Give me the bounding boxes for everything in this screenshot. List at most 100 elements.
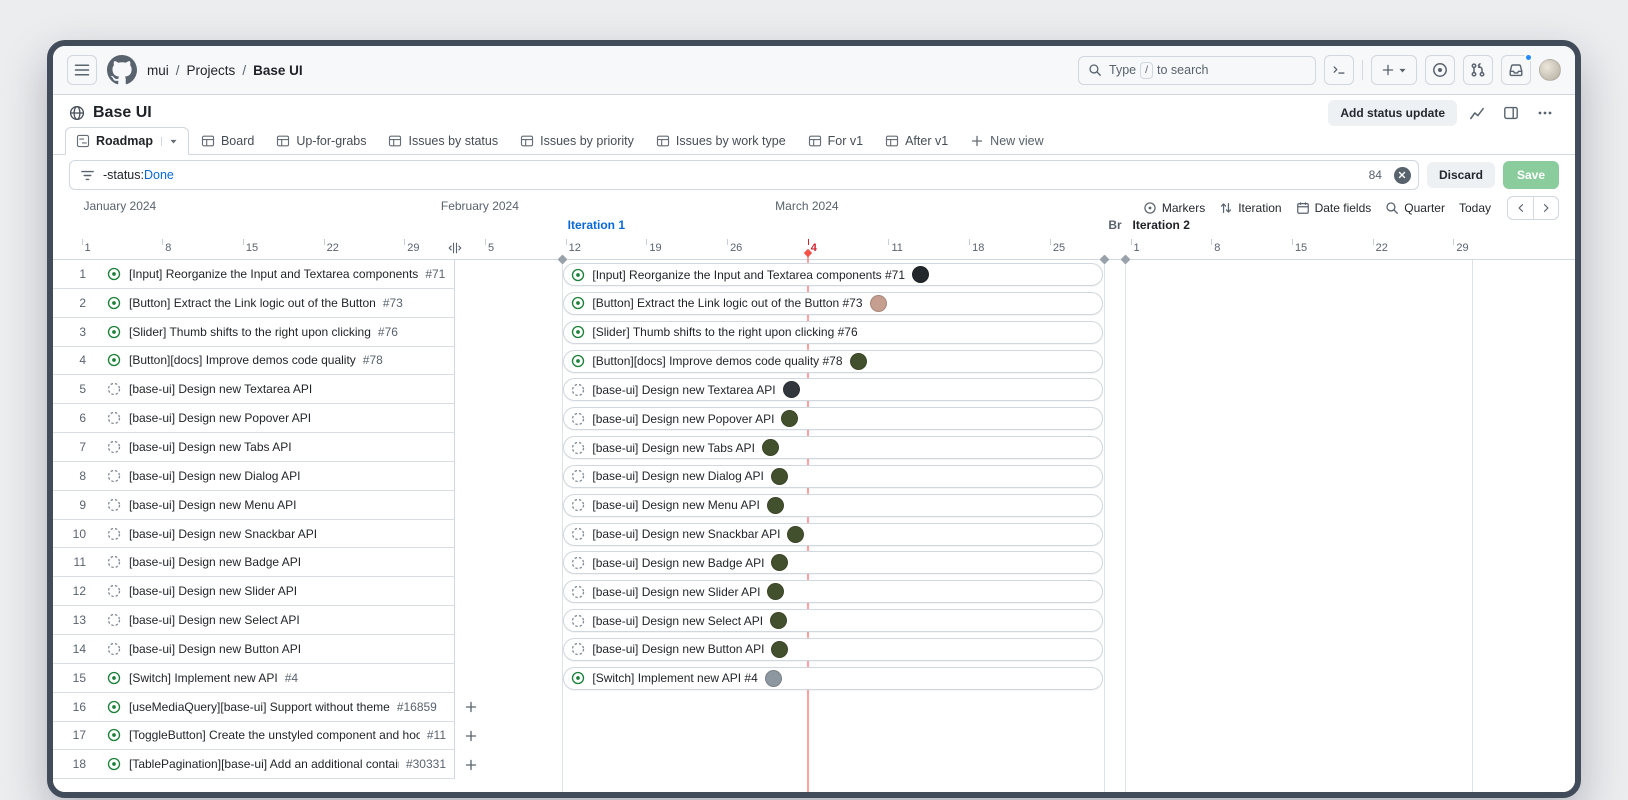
tab-issues-by-priority[interactable]: Issues by priority bbox=[510, 128, 644, 154]
column-resize-handle[interactable] bbox=[448, 241, 462, 260]
add-status-update-button[interactable]: Add status update bbox=[1328, 100, 1457, 126]
timeline-bar[interactable]: [base-ui] Design new Popover API bbox=[563, 407, 1103, 430]
roadmap-view: January 2024February 2024March 2024April… bbox=[53, 195, 1575, 792]
timeline-bar[interactable]: [Button] Extract the Link logic out of t… bbox=[563, 292, 1103, 315]
row-item[interactable]: 9[base-ui] Design new Menu API bbox=[53, 491, 455, 520]
tab-issues-by-status[interactable]: Issues by status bbox=[378, 128, 508, 154]
add-date-button[interactable] bbox=[459, 725, 483, 748]
create-new-button[interactable] bbox=[1371, 55, 1417, 85]
timeline-bar[interactable]: [base-ui] Design new Tabs API bbox=[563, 436, 1103, 459]
pull-requests-button[interactable] bbox=[1463, 55, 1493, 85]
date-label: 29 bbox=[1456, 242, 1468, 254]
row-item[interactable]: 16[useMediaQuery][base-ui] Support witho… bbox=[53, 693, 455, 722]
markers-button[interactable]: Markers bbox=[1143, 201, 1205, 215]
row-item[interactable]: 5[base-ui] Design new Textarea API bbox=[53, 375, 455, 404]
breadcrumb-current[interactable]: Base UI bbox=[253, 63, 303, 78]
add-date-button[interactable] bbox=[459, 753, 483, 776]
tab-for-v1[interactable]: For v1 bbox=[798, 128, 873, 154]
row-item[interactable]: 14[base-ui] Design new Button API bbox=[53, 635, 455, 664]
date-label: 11 bbox=[891, 242, 902, 254]
timeline-pager bbox=[1507, 196, 1559, 220]
timeline-bar[interactable]: [base-ui] Design new Select API bbox=[563, 609, 1103, 632]
clear-filter-button[interactable] bbox=[1394, 167, 1411, 184]
filter-query: -status:Done bbox=[103, 168, 174, 182]
timeline-bar-title: [Button] Extract the Link logic out of t… bbox=[592, 296, 862, 310]
discard-button[interactable]: Discard bbox=[1427, 162, 1495, 188]
scroll-right-button[interactable] bbox=[1533, 197, 1558, 219]
search-input[interactable]: Type/to search bbox=[1078, 56, 1316, 85]
filter-input[interactable]: -status:Done 84 bbox=[69, 160, 1419, 190]
timeline-bar[interactable]: [Button][docs] Improve demos code qualit… bbox=[563, 350, 1103, 373]
timeline-bar[interactable]: [base-ui] Design new Button API bbox=[563, 638, 1103, 661]
tab-board[interactable]: Board bbox=[191, 128, 264, 154]
date-label: 22 bbox=[1376, 242, 1388, 254]
row-title: [base-ui] Design new Snackbar API bbox=[129, 527, 317, 541]
scroll-left-button[interactable] bbox=[1508, 197, 1533, 219]
row-number: 1 bbox=[53, 267, 86, 281]
command-palette-button[interactable] bbox=[1324, 55, 1354, 85]
timeline-bar[interactable]: [base-ui] Design new Slider API bbox=[563, 580, 1103, 603]
tab-issues-by-work-type[interactable]: Issues by work type bbox=[646, 128, 796, 154]
row-item[interactable]: 4[Button][docs] Improve demos code quali… bbox=[53, 347, 455, 376]
timeline-bar-title: [Switch] Implement new API #4 bbox=[592, 671, 757, 685]
add-date-button[interactable] bbox=[459, 696, 483, 719]
row-item[interactable]: 15[Switch] Implement new API#4 bbox=[53, 664, 455, 693]
tab-after-v1[interactable]: After v1 bbox=[875, 128, 958, 154]
timeline-bar[interactable]: [base-ui] Design new Badge API bbox=[563, 551, 1103, 574]
row-title: [base-ui] Design new Popover API bbox=[129, 411, 311, 425]
date-tick bbox=[404, 239, 405, 245]
project-menu-button[interactable] bbox=[1531, 100, 1559, 126]
row-title: [Button] Extract the Link logic out of t… bbox=[129, 296, 376, 310]
draft-issue-icon bbox=[571, 498, 585, 512]
user-avatar[interactable] bbox=[1539, 59, 1561, 81]
row-item[interactable]: 10[base-ui] Design new Snackbar API bbox=[53, 520, 455, 549]
iteration-button[interactable]: Iteration bbox=[1219, 201, 1281, 215]
breadcrumb-projects[interactable]: Projects bbox=[187, 63, 236, 78]
timeline-bar[interactable]: [base-ui] Design new Menu API bbox=[563, 494, 1103, 517]
dates-row: 181522295121926411182518152229 bbox=[53, 238, 1575, 259]
breadcrumb-org[interactable]: mui bbox=[147, 63, 169, 78]
caret-down-icon bbox=[1398, 66, 1407, 75]
timeline-bar[interactable]: [base-ui] Design new Snackbar API bbox=[563, 523, 1103, 546]
iterations-row: Iteration 1BrIteration 2 bbox=[53, 218, 1575, 236]
tab-roadmap[interactable]: Roadmap bbox=[65, 127, 189, 155]
date-tick bbox=[888, 239, 889, 245]
row-item[interactable]: 3[Slider] Thumb shifts to the right upon… bbox=[53, 318, 455, 347]
row-item[interactable]: 6[base-ui] Design new Popover API bbox=[53, 404, 455, 433]
hamburger-menu-button[interactable] bbox=[67, 55, 97, 85]
save-button[interactable]: Save bbox=[1503, 161, 1559, 189]
row-item[interactable]: 2[Button] Extract the Link logic out of … bbox=[53, 289, 455, 318]
github-logo[interactable] bbox=[107, 55, 137, 85]
row-item[interactable]: 7[base-ui] Design new Tabs API bbox=[53, 433, 455, 462]
row-number: 5 bbox=[53, 382, 86, 396]
tab-up-for-grabs[interactable]: Up-for-grabs bbox=[266, 128, 376, 154]
inbox-button[interactable] bbox=[1501, 55, 1531, 85]
row-number: 15 bbox=[53, 671, 86, 685]
timeline-bar[interactable]: [Slider] Thumb shifts to the right upon … bbox=[563, 321, 1103, 344]
row-item[interactable]: 8[base-ui] Design new Dialog API bbox=[53, 462, 455, 491]
table-view-icon bbox=[885, 134, 899, 148]
row-title: [TablePagination][base-ui] Add an additi… bbox=[129, 757, 399, 771]
markers-icon bbox=[1143, 201, 1157, 215]
insights-button[interactable] bbox=[1463, 100, 1491, 126]
timeline-bar[interactable]: [base-ui] Design new Dialog API bbox=[563, 465, 1103, 488]
row-item[interactable]: 17[ToggleButton] Create the unstyled com… bbox=[53, 722, 455, 751]
timeline-bar[interactable]: [Input] Reorganize the Input and Textare… bbox=[563, 263, 1103, 286]
row-item[interactable]: 18[TablePagination][base-ui] Add an addi… bbox=[53, 750, 455, 779]
row-item[interactable]: 12[base-ui] Design new Slider API bbox=[53, 577, 455, 606]
new-view-label: New view bbox=[990, 134, 1044, 148]
table-view-icon bbox=[276, 134, 290, 148]
row-item[interactable]: 1[Input] Reorganize the Input and Textar… bbox=[53, 260, 455, 289]
today-button[interactable]: Today bbox=[1459, 201, 1491, 215]
row-item[interactable]: 13[base-ui] Design new Select API bbox=[53, 606, 455, 635]
date-fields-button[interactable]: Date fields bbox=[1296, 201, 1372, 215]
timeline-bar[interactable]: [base-ui] Design new Textarea API bbox=[563, 378, 1103, 401]
new-view-button[interactable]: New view bbox=[960, 128, 1054, 154]
row-item[interactable]: 11[base-ui] Design new Badge API bbox=[53, 548, 455, 577]
quarter-zoom-button[interactable]: Quarter bbox=[1385, 201, 1445, 215]
draft-issue-icon bbox=[571, 614, 585, 628]
timeline-bar[interactable]: [Switch] Implement new API #4 bbox=[563, 667, 1103, 690]
issues-button[interactable] bbox=[1425, 55, 1455, 85]
side-panel-button[interactable] bbox=[1497, 100, 1525, 126]
plus-icon bbox=[1381, 63, 1395, 77]
